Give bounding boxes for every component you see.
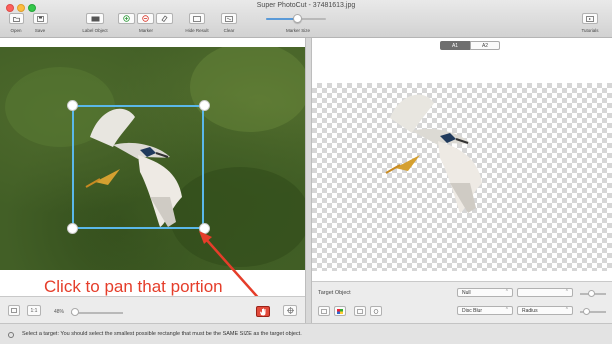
view-tab-2[interactable]: A2 xyxy=(470,41,500,50)
result-controls: Target Object Null ⌃ ⌃ Disc Blur ⌃ Radiu… xyxy=(312,281,612,323)
open-button[interactable] xyxy=(9,13,24,24)
view-tab-1[interactable]: A1 xyxy=(440,41,470,50)
status-bar: Select a target: You should select the s… xyxy=(0,323,612,344)
window-title: Super PhotoCut - 37481613.jpg xyxy=(256,2,356,9)
app-window: Super PhotoCut - 37481613.jpg Open Save … xyxy=(0,0,612,344)
toolbar: Super PhotoCut - 37481613.jpg Open Save … xyxy=(0,0,612,38)
save-button[interactable] xyxy=(33,13,48,24)
marker-plus-button[interactable] xyxy=(118,13,135,24)
clear-icon xyxy=(225,15,233,22)
hand-icon xyxy=(260,308,266,315)
background-transparent-button[interactable] xyxy=(318,306,330,316)
selection-rectangle[interactable] xyxy=(72,105,204,229)
open-label: Open xyxy=(10,28,22,33)
target-slider-knob[interactable] xyxy=(588,290,595,297)
label-object-label: Label Object xyxy=(82,28,108,33)
image-icon xyxy=(357,308,363,314)
marker-minus-button[interactable] xyxy=(137,13,154,24)
clear-label: Clear xyxy=(223,28,235,33)
radius-value: Radius xyxy=(522,307,538,314)
fit-window-button[interactable] xyxy=(8,305,20,316)
background-blur-button[interactable] xyxy=(370,306,382,316)
actual-size-button[interactable]: 1:1 xyxy=(27,305,41,316)
tutorials-button[interactable] xyxy=(582,13,598,24)
target-object-value: Null xyxy=(462,289,471,296)
radius-select[interactable]: Radius ⌃ xyxy=(517,306,573,315)
info-icon xyxy=(8,332,14,338)
selection-handle-bottom-left[interactable] xyxy=(67,223,78,234)
eraser-button[interactable] xyxy=(156,13,173,24)
tutorials-icon xyxy=(586,15,594,22)
transparent-result xyxy=(312,83,612,271)
crosshair-icon xyxy=(286,307,294,314)
select-chevron-icon: ⌃ xyxy=(504,307,509,313)
target-object-label: Target Object xyxy=(318,290,351,296)
marker-size-knob[interactable] xyxy=(293,14,302,23)
hide-result-label: Hide Result xyxy=(185,28,209,33)
plus-circle-icon xyxy=(123,15,130,22)
radius-slider-knob[interactable] xyxy=(583,308,590,315)
pane-divider[interactable] xyxy=(305,38,312,323)
label-object-button[interactable] xyxy=(86,13,104,24)
zoom-slider-knob[interactable] xyxy=(71,308,79,316)
marker-label: Marker xyxy=(138,28,153,33)
selection-handle-bottom-right[interactable] xyxy=(199,223,210,234)
selection-handle-top-right[interactable] xyxy=(199,100,210,111)
annotation-text: Click to pan that portion xyxy=(44,277,223,296)
fit-icon xyxy=(11,308,17,313)
minus-circle-icon xyxy=(142,15,149,22)
marker-size-label: Marker Size xyxy=(285,28,310,33)
save-label: Save xyxy=(34,28,46,33)
tutorials-label: Tutorials xyxy=(581,28,599,33)
cutout-heron xyxy=(385,94,482,213)
transparent-icon xyxy=(321,308,327,314)
blur-icon xyxy=(373,308,379,314)
hide-result-button[interactable] xyxy=(189,13,205,24)
rectangle-select-icon xyxy=(91,16,99,21)
blur-type-value: Disc Blur xyxy=(462,307,483,314)
background-image-button[interactable] xyxy=(354,306,366,316)
select-chevron-icon: ⌃ xyxy=(504,289,509,295)
view-toggle: A1 A2 xyxy=(440,41,500,50)
background-color-button[interactable] xyxy=(334,306,346,316)
target-option-select[interactable]: ⌃ xyxy=(517,288,573,297)
save-icon xyxy=(37,15,44,22)
blur-type-select[interactable]: Disc Blur ⌃ xyxy=(457,306,513,315)
color-icon xyxy=(337,308,343,314)
target-object-select[interactable]: Null ⌃ xyxy=(457,288,513,297)
image-icon xyxy=(193,15,201,22)
clear-button[interactable] xyxy=(221,13,237,24)
center-button[interactable] xyxy=(283,305,297,316)
eraser-icon xyxy=(161,15,168,22)
selection-handle-top-left[interactable] xyxy=(67,100,78,111)
status-text: Select a target: You should select the s… xyxy=(22,331,302,337)
select-chevron-icon: ⌃ xyxy=(564,307,569,313)
select-chevron-icon: ⌃ xyxy=(564,289,569,295)
zoom-value: 48% xyxy=(54,309,65,315)
pan-button[interactable] xyxy=(256,306,270,317)
open-icon xyxy=(13,16,20,22)
